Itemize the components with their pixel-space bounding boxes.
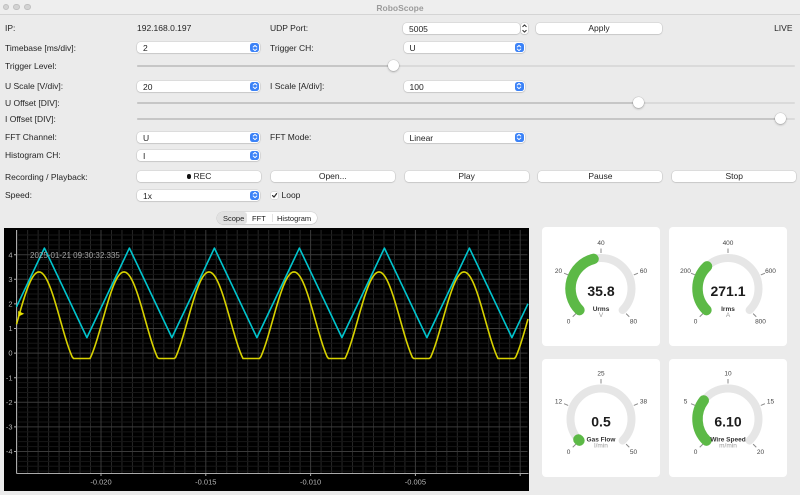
svg-text:35.8: 35.8 bbox=[587, 283, 614, 299]
svg-text:271.1: 271.1 bbox=[710, 283, 745, 299]
svg-text:l/min: l/min bbox=[594, 443, 608, 450]
svg-text:600: 600 bbox=[765, 268, 776, 275]
svg-text:400: 400 bbox=[722, 240, 733, 247]
svg-text:-0.020: -0.020 bbox=[90, 477, 111, 486]
svg-text:20: 20 bbox=[555, 268, 563, 275]
svg-text:12: 12 bbox=[555, 399, 563, 406]
svg-text:40: 40 bbox=[597, 240, 605, 247]
svg-text:1: 1 bbox=[8, 324, 12, 333]
svg-text:0: 0 bbox=[567, 318, 571, 325]
svg-text:20: 20 bbox=[756, 449, 764, 456]
svg-text:0: 0 bbox=[693, 449, 697, 456]
svg-text:m/min: m/min bbox=[719, 443, 737, 450]
svg-text:200: 200 bbox=[680, 268, 691, 275]
svg-text:-3: -3 bbox=[6, 422, 13, 431]
svg-text:50: 50 bbox=[630, 449, 638, 456]
svg-text:0: 0 bbox=[567, 449, 571, 456]
svg-text:0: 0 bbox=[693, 318, 697, 325]
svg-text:6.10: 6.10 bbox=[714, 414, 741, 430]
svg-text:3: 3 bbox=[8, 274, 12, 283]
svg-text:-4: -4 bbox=[6, 447, 13, 456]
svg-text:0: 0 bbox=[8, 348, 12, 357]
svg-text:15: 15 bbox=[766, 399, 774, 406]
svg-text:5: 5 bbox=[683, 399, 687, 406]
svg-text:-0.015: -0.015 bbox=[195, 477, 216, 486]
svg-text:800: 800 bbox=[755, 318, 766, 325]
svg-text:V: V bbox=[599, 312, 604, 319]
svg-text:4: 4 bbox=[8, 250, 12, 259]
svg-text:-2: -2 bbox=[6, 397, 13, 406]
svg-text:25: 25 bbox=[597, 370, 605, 377]
svg-text:60: 60 bbox=[640, 268, 648, 275]
svg-text:-0.010: -0.010 bbox=[300, 477, 321, 486]
svg-text:A: A bbox=[725, 312, 730, 319]
svg-text:38: 38 bbox=[640, 399, 648, 406]
svg-text:2: 2 bbox=[8, 299, 12, 308]
svg-text:2025-01-21 09:30:32.335: 2025-01-21 09:30:32.335 bbox=[30, 251, 120, 260]
svg-text:80: 80 bbox=[630, 318, 638, 325]
svg-text:10: 10 bbox=[724, 370, 732, 377]
svg-text:0.5: 0.5 bbox=[591, 414, 611, 430]
svg-text:-1: -1 bbox=[6, 373, 13, 382]
svg-text:-0.005: -0.005 bbox=[405, 477, 426, 486]
